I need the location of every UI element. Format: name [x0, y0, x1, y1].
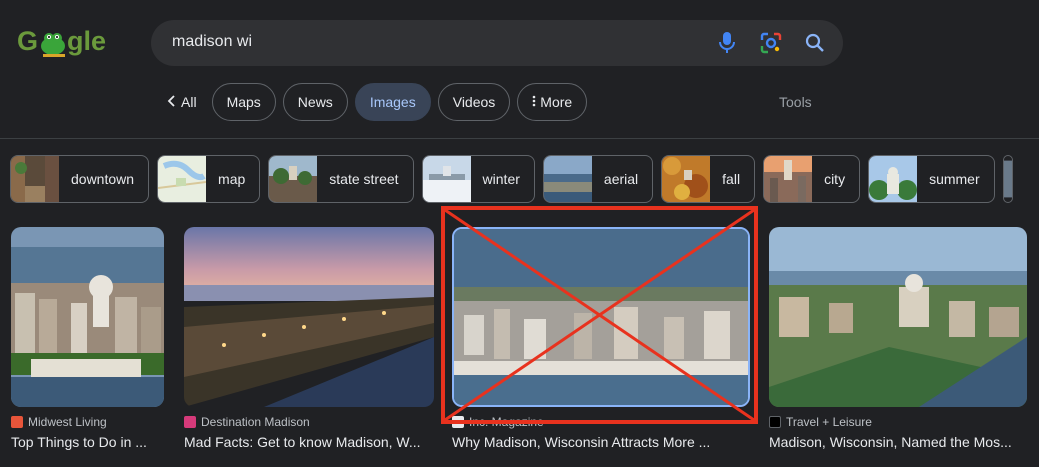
- suggestion-label: state street: [329, 171, 399, 187]
- tab-videos[interactable]: Videos: [437, 83, 511, 121]
- suggestion-chip[interactable]: fall: [661, 155, 756, 203]
- suggestion-thumbnail: [158, 156, 207, 202]
- favicon-icon: [769, 416, 781, 428]
- source-name: Destination Madison: [201, 415, 310, 429]
- suggestion-label: summer: [929, 171, 980, 187]
- image-result[interactable]: Midwest Living Top Things to Do in ...: [11, 227, 164, 450]
- result-title[interactable]: Top Things to Do in ...: [11, 434, 164, 450]
- suggestion-chip[interactable]: winter: [421, 155, 535, 203]
- search-tabs: All Maps News Images Videos More: [157, 83, 588, 121]
- result-title[interactable]: Why Madison, Wisconsin Attracts More ...: [452, 434, 750, 450]
- camera-lens-icon[interactable]: [759, 31, 783, 55]
- tab-more[interactable]: More: [517, 83, 588, 121]
- suggestion-thumbnail: [11, 156, 59, 202]
- suggestion-chip[interactable]: downtown: [10, 155, 150, 203]
- suggestion-thumbnail: [1003, 160, 1012, 198]
- chevron-left-icon: [167, 94, 175, 110]
- suggestion-thumbnail: [869, 156, 918, 202]
- suggestion-chip[interactable]: city: [763, 155, 861, 203]
- tab-maps-label: Maps: [226, 94, 261, 110]
- image-result[interactable]: Inc. Magazine Why Madison, Wisconsin Att…: [452, 227, 750, 450]
- tab-news-label: News: [297, 94, 333, 110]
- tab-maps[interactable]: Maps: [211, 83, 276, 121]
- suggestion-chip[interactable]: summer: [868, 155, 995, 203]
- suggestion-label: map: [218, 171, 246, 187]
- suggestion-chip[interactable]: state street: [268, 155, 414, 203]
- svg-text:G: G: [17, 26, 38, 56]
- header-divider: [0, 138, 1039, 139]
- result-title[interactable]: Madison, Wisconsin, Named the Mos...: [769, 434, 1027, 450]
- result-image[interactable]: [11, 227, 164, 407]
- search-bar[interactable]: madison wi: [151, 20, 843, 66]
- svg-text:gle: gle: [67, 26, 106, 56]
- suggestion-label: downtown: [71, 171, 135, 187]
- tab-more-label: More: [540, 94, 573, 110]
- search-input[interactable]: madison wi: [172, 33, 252, 51]
- result-image[interactable]: [184, 227, 434, 407]
- result-image[interactable]: [769, 227, 1027, 407]
- result-source[interactable]: Destination Madison: [184, 415, 434, 429]
- favicon-icon: [184, 416, 196, 428]
- tab-videos-label: Videos: [452, 94, 496, 110]
- tab-news[interactable]: News: [282, 83, 348, 121]
- tab-all-label: All: [181, 94, 197, 110]
- suggestion-thumbnail: [543, 156, 592, 202]
- result-image[interactable]: [452, 227, 750, 407]
- result-title[interactable]: Mad Facts: Get to know Madison, W...: [184, 434, 434, 450]
- suggestion-chip-partial[interactable]: [1002, 155, 1013, 203]
- image-result[interactable]: Destination Madison Mad Facts: Get to kn…: [184, 227, 434, 450]
- image-result[interactable]: Travel + Leisure Madison, Wisconsin, Nam…: [769, 227, 1027, 450]
- source-name: Midwest Living: [28, 415, 107, 429]
- search-icon[interactable]: [803, 31, 827, 55]
- tab-all[interactable]: All: [157, 83, 205, 121]
- suggestion-label: aerial: [603, 171, 639, 187]
- suggestion-chip[interactable]: aerial: [542, 155, 654, 203]
- source-name: Travel + Leisure: [786, 415, 872, 429]
- suggestion-label: winter: [482, 171, 520, 187]
- more-vert-icon: [532, 94, 536, 110]
- tab-images[interactable]: Images: [354, 83, 431, 121]
- tools-button[interactable]: Tools: [779, 94, 812, 110]
- result-source[interactable]: Inc. Magazine: [452, 415, 750, 429]
- microphone-icon[interactable]: [715, 31, 739, 55]
- suggestion-thumbnail: [269, 156, 318, 202]
- tab-images-label: Images: [369, 94, 416, 110]
- suggestion-label: fall: [722, 171, 741, 187]
- suggestion-label: city: [824, 171, 846, 187]
- favicon-icon: [11, 416, 23, 428]
- related-searches: downtown map state street winter aerial …: [10, 155, 1013, 203]
- suggestion-thumbnail: [662, 156, 711, 202]
- favicon-icon: [452, 416, 464, 428]
- suggestion-thumbnail: [422, 156, 471, 202]
- suggestion-thumbnail: [764, 156, 813, 202]
- result-source[interactable]: Travel + Leisure: [769, 415, 1027, 429]
- google-logo[interactable]: G gle: [17, 24, 109, 60]
- suggestion-chip[interactable]: map: [157, 155, 261, 203]
- result-source[interactable]: Midwest Living: [11, 415, 164, 429]
- source-name: Inc. Magazine: [469, 415, 544, 429]
